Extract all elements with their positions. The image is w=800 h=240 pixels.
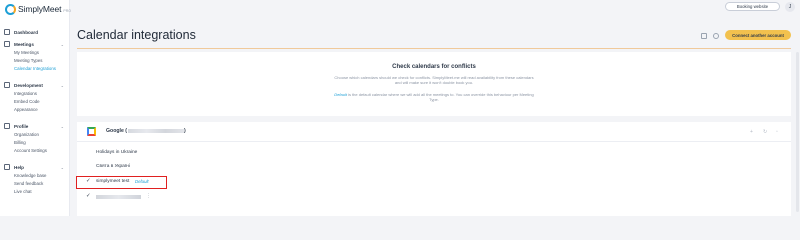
sidebar-item-label: Help: [14, 164, 24, 170]
sidebar-item-my-meetings[interactable]: My Meetings: [14, 50, 39, 55]
sidebar-item-label: Meetings: [14, 41, 34, 47]
chevron-down-icon: ⌄: [60, 41, 64, 47]
chevron-down-icon: ⌄: [60, 123, 64, 129]
sidebar-item-embed-code[interactable]: Embed Code: [14, 99, 40, 104]
dashboard-icon: [4, 29, 10, 35]
sidebar-item-appearance[interactable]: Appearance: [14, 107, 38, 112]
redacted-email: [128, 128, 185, 133]
chevron-down-icon: ⌄: [60, 164, 64, 170]
user-icon: [4, 123, 10, 129]
sidebar-item-organization[interactable]: Organization: [14, 132, 39, 137]
logo-mark-icon: [5, 3, 16, 15]
conflicts-note-text: is the default calendar where we will ad…: [346, 92, 534, 103]
conflicts-description: Choose which calendars should we check f…: [334, 75, 534, 86]
settings-icon[interactable]: [713, 33, 719, 39]
highlight-box: [76, 176, 167, 189]
sidebar-item-live-chat[interactable]: Live chat: [14, 189, 32, 194]
calendar-row[interactable]: Свята в Україні: [83, 163, 283, 173]
logo-sub: PRO: [63, 8, 71, 13]
calendar-name: Свята в Україні: [96, 164, 130, 169]
redacted-calendar-name: [96, 195, 141, 199]
calendar-icon: [4, 41, 10, 47]
chevron-down-icon: ⌄: [60, 82, 64, 88]
account-name-suffix: ): [184, 128, 186, 134]
calendar-name: Holidays in Ukraine: [96, 150, 138, 155]
scrollbar[interactable]: [796, 52, 799, 212]
sidebar-item-integrations[interactable]: Integrations: [14, 91, 37, 96]
sidebar-item-label: Development: [14, 82, 43, 88]
help-icon: [4, 164, 10, 170]
account-name-prefix: Google (: [106, 128, 128, 134]
sidebar-item-label: Profile: [14, 123, 29, 129]
google-account-card: Google () + ↻ ▫ Holidays in Ukraine Свят…: [77, 122, 791, 216]
sidebar-item-send-feedback[interactable]: Send feedback: [14, 181, 43, 186]
sidebar: SimplyMeet PRO Dashboard Meetings ⌄ My M…: [0, 0, 71, 216]
conflicts-title: Check calendars for conflicts: [392, 64, 476, 70]
default-term: Default: [334, 92, 347, 97]
conflicts-panel: Check calendars for conflicts Choose whi…: [77, 52, 791, 116]
title-divider: [77, 48, 791, 49]
calendar-row[interactable]: ✓ ⋮: [83, 193, 283, 203]
conflicts-note: Default is the default calendar where we…: [334, 92, 534, 103]
sidebar-item-calendar-integrations[interactable]: Calendar Integrations: [14, 66, 56, 71]
sidebar-item-meeting-types[interactable]: Meeting Types: [14, 58, 42, 63]
avatar[interactable]: J: [785, 2, 795, 12]
logo[interactable]: SimplyMeet PRO: [5, 3, 71, 15]
account-header: Google () + ↻ ▫: [77, 122, 791, 142]
checkmark-icon[interactable]: ✓: [86, 193, 91, 199]
sidebar-section-meetings[interactable]: Meetings ⌄: [4, 40, 64, 48]
sidebar-item-label: Dashboard: [14, 29, 38, 35]
page-title: Calendar integrations: [77, 28, 196, 42]
sidebar-item-dashboard[interactable]: Dashboard: [4, 28, 64, 36]
refresh-icon[interactable]: ↻: [763, 129, 767, 135]
sidebar-item-account-settings[interactable]: Account Settings: [14, 148, 47, 153]
sidebar-section-help[interactable]: Help ⌄: [4, 163, 64, 171]
sidebar-section-development[interactable]: Development ⌄: [4, 81, 64, 89]
grid-icon[interactable]: [701, 33, 707, 39]
booking-website-button[interactable]: Booking website: [725, 2, 780, 11]
sidebar-item-knowledge-base[interactable]: Knowledge base: [14, 173, 46, 178]
code-icon: [4, 82, 10, 88]
sidebar-item-billing[interactable]: Billing: [14, 140, 26, 145]
trash-icon[interactable]: ▫: [776, 129, 778, 135]
sidebar-section-profile[interactable]: Profile ⌄: [4, 122, 64, 130]
account-name: Google (): [106, 128, 186, 134]
calendar-row[interactable]: Holidays in Ukraine: [83, 149, 283, 159]
logo-text: SimplyMeet: [18, 4, 62, 14]
google-calendar-icon: [87, 127, 96, 136]
add-icon[interactable]: +: [750, 129, 753, 135]
connect-account-button[interactable]: Connect another account: [725, 30, 791, 40]
more-options-icon[interactable]: ⋮: [146, 193, 151, 199]
